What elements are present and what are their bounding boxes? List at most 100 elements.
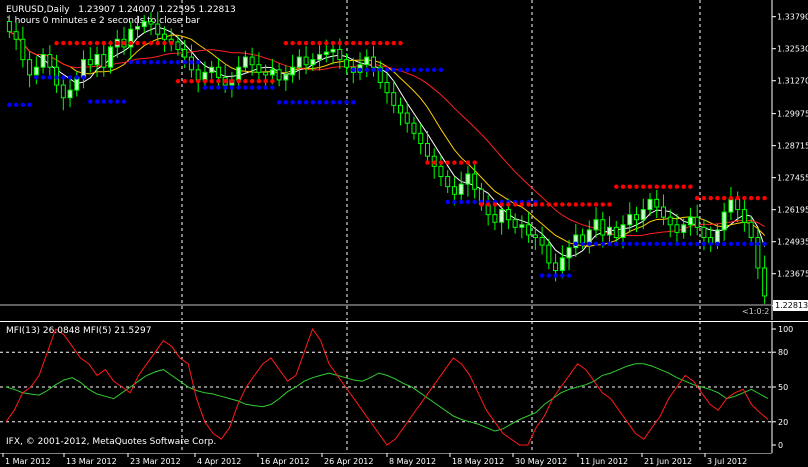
resistance-dot bbox=[573, 202, 579, 207]
resistance-dot bbox=[195, 79, 201, 84]
mfi-grid bbox=[0, 321, 772, 453]
candle-body-bear bbox=[276, 69, 282, 81]
date-labels: 1 Mar 2012 13 Mar 2012 23 Mar 2012 4 Apr 20… bbox=[2, 453, 747, 466]
resistance-dot bbox=[229, 79, 235, 84]
support-dot bbox=[398, 67, 403, 72]
mfi-label: MFI(13) 26.0848 MFI(5) 21.5297 bbox=[6, 326, 152, 336]
candle bbox=[20, 26, 26, 68]
support-dot bbox=[708, 241, 713, 247]
candle-body-bear bbox=[27, 59, 33, 76]
support-dot bbox=[202, 85, 208, 90]
candle bbox=[391, 80, 397, 114]
support-dot bbox=[222, 85, 228, 90]
candle-body-bull bbox=[317, 54, 323, 61]
candle bbox=[586, 220, 592, 254]
candle-body-bull bbox=[593, 219, 599, 231]
resistance-dot bbox=[445, 160, 450, 165]
candle bbox=[418, 123, 424, 155]
candle bbox=[593, 207, 599, 238]
support-dot bbox=[755, 241, 761, 247]
support-dot bbox=[216, 85, 221, 90]
support-dot bbox=[647, 241, 653, 247]
candle-body-bull bbox=[687, 216, 693, 226]
support-dot bbox=[735, 241, 740, 247]
candle-body-bull bbox=[364, 56, 370, 66]
candle-body-bear bbox=[748, 221, 754, 239]
candle bbox=[236, 56, 242, 90]
mfi-tick-label: 100 bbox=[778, 325, 793, 334]
support-dot bbox=[270, 85, 275, 90]
resistance-dot bbox=[81, 40, 86, 46]
resistance-dot bbox=[175, 79, 181, 84]
candle-body-bear bbox=[580, 234, 586, 244]
mfi-tick-label: 80 bbox=[778, 348, 788, 357]
candle-body-bear bbox=[215, 66, 221, 78]
support-dot bbox=[148, 59, 154, 65]
candle-body-bear bbox=[371, 56, 377, 68]
support-dot bbox=[13, 102, 19, 108]
resistance-dot bbox=[539, 202, 545, 207]
candle bbox=[404, 102, 410, 133]
price-tick-label: 1.23675 bbox=[777, 270, 808, 279]
support-dot bbox=[371, 67, 376, 72]
resistance-dot bbox=[54, 40, 59, 46]
mfi-axis: 100 80 50 20 0 bbox=[772, 325, 793, 450]
resistance-dot bbox=[526, 202, 531, 207]
candle-body-bear bbox=[424, 142, 430, 157]
resistance-dot bbox=[249, 79, 255, 84]
price-chart[interactable]: 1.33790 1.32530 1.31270 1.29975 1.28715 1.274… bbox=[0, 0, 808, 320]
candle bbox=[512, 213, 518, 234]
candle-body-bear bbox=[735, 198, 741, 211]
date-label: 13 Mar 2012 bbox=[66, 457, 117, 466]
support-dot bbox=[229, 85, 235, 90]
ma-fast-line bbox=[9, 26, 766, 258]
candle bbox=[155, 11, 161, 43]
candle-body-bull bbox=[242, 56, 248, 68]
price-tick-label: 1.27455 bbox=[777, 174, 808, 183]
candle-body-bull bbox=[94, 54, 100, 66]
candle-body-bear bbox=[60, 84, 66, 99]
support-dot bbox=[641, 241, 646, 247]
candle bbox=[721, 202, 727, 241]
support-dot bbox=[54, 75, 59, 80]
candle bbox=[128, 21, 134, 60]
candle-body-bear bbox=[762, 267, 768, 297]
support-dot bbox=[101, 99, 106, 104]
mfi-tick-label: 0 bbox=[778, 441, 783, 450]
support-dot bbox=[458, 199, 464, 205]
support-dot bbox=[128, 59, 133, 65]
candle-body-bear bbox=[701, 226, 707, 238]
resistance-dot bbox=[479, 202, 484, 207]
candle bbox=[485, 195, 491, 226]
candle-body-bear bbox=[148, 21, 154, 25]
resistance-dot bbox=[742, 195, 747, 201]
candle bbox=[755, 228, 761, 279]
mfi-indicator-panel[interactable]: 100 80 50 20 0 bbox=[0, 321, 808, 453]
resistance-dot bbox=[688, 184, 693, 189]
resistance-dot bbox=[620, 184, 626, 189]
date-label: 16 Apr 2012 bbox=[260, 457, 309, 466]
moving-averages bbox=[9, 26, 766, 258]
support-dot bbox=[189, 59, 194, 65]
candle-body-bull bbox=[566, 247, 572, 259]
candle-body-bear bbox=[391, 92, 397, 106]
resistance-dot bbox=[236, 79, 241, 84]
resistance-dot bbox=[668, 184, 673, 189]
support-dot bbox=[297, 100, 302, 105]
mfi13-line bbox=[5, 363, 769, 432]
support-dot bbox=[546, 273, 552, 278]
candle-body-bear bbox=[512, 219, 518, 228]
resistance-dot bbox=[94, 40, 100, 46]
candle-body-bear bbox=[6, 21, 12, 33]
candle-body-bear bbox=[411, 122, 417, 134]
candle-body-bear bbox=[384, 82, 390, 94]
resistance-dot bbox=[155, 40, 160, 46]
resistance-dot bbox=[256, 79, 262, 84]
support-dot bbox=[290, 100, 295, 105]
resistance-dot bbox=[735, 195, 740, 201]
candle bbox=[438, 155, 444, 186]
resistance-dot bbox=[512, 202, 518, 207]
support-dot bbox=[61, 75, 66, 80]
resistance-dot bbox=[614, 184, 619, 189]
candle-body-bear bbox=[634, 214, 640, 221]
